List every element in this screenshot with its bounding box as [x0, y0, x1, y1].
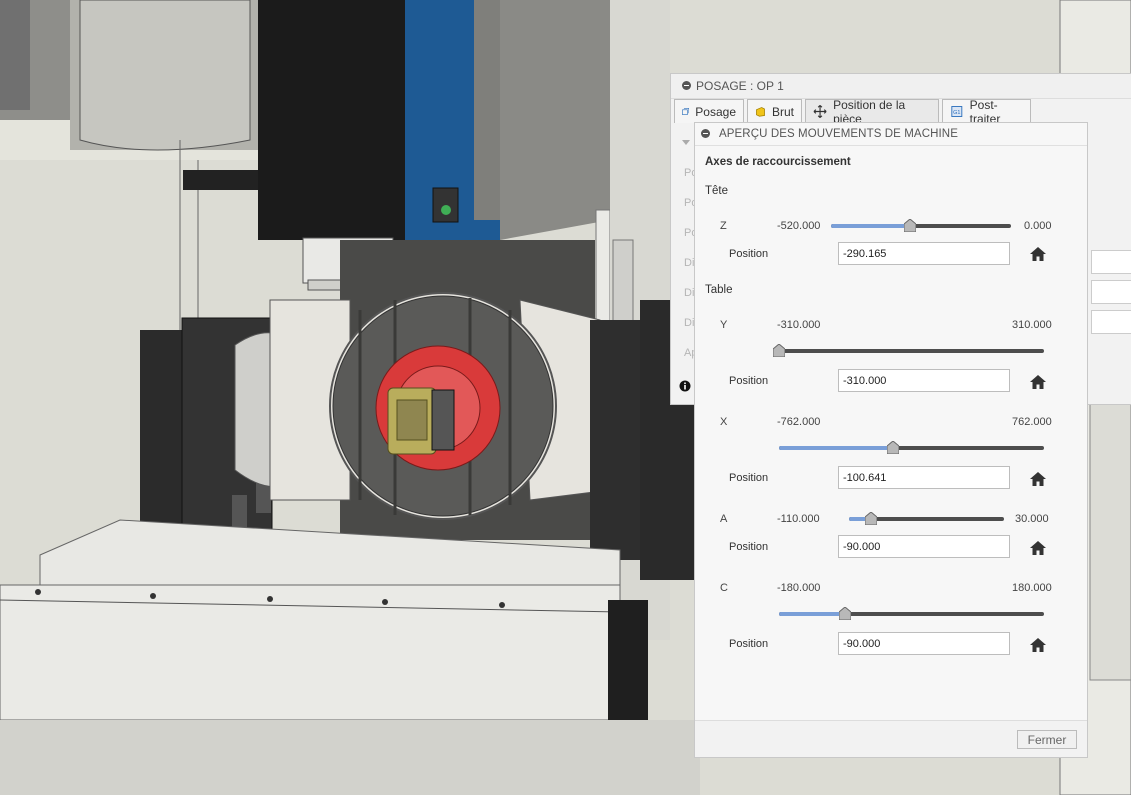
setup-field-input[interactable] [1091, 310, 1131, 334]
axis-z-min: -520.000 [777, 220, 821, 232]
axis-a-max: 30.000 [1015, 513, 1049, 525]
axis-c-max: 180.000 [1012, 582, 1052, 594]
position-label: Position [729, 472, 769, 484]
axis-x-position-input[interactable] [838, 466, 1010, 489]
axis-y-min: -310.000 [777, 319, 821, 331]
position-label: Position [729, 638, 769, 650]
tab-brut[interactable]: Brut [747, 99, 802, 123]
home-icon[interactable] [1030, 247, 1046, 261]
setup-dialog-title: POSAGE : OP 1 [696, 79, 784, 93]
slider-thumb[interactable] [886, 441, 899, 454]
machine-motion-preview-dialog: APERÇU DES MOUVEMENTS DE MACHINE Axes de… [694, 122, 1088, 758]
preview-dialog-title: APERÇU DES MOUVEMENTS DE MACHINE [719, 128, 958, 140]
home-icon[interactable] [1030, 375, 1046, 389]
axis-x-min: -762.000 [777, 416, 821, 428]
axis-name-c: C [720, 582, 728, 594]
collapse-icon[interactable] [701, 129, 710, 138]
axis-c-slider[interactable] [779, 607, 1044, 620]
dialog-footer: Fermer [695, 720, 1087, 757]
axis-name-x: X [720, 416, 728, 428]
collapse-icon[interactable] [682, 81, 691, 90]
axis-name-z: Z [720, 220, 727, 232]
info-icon[interactable] [679, 380, 691, 392]
axis-c-position-input[interactable] [838, 632, 1010, 655]
slider-thumb[interactable] [864, 512, 877, 525]
axis-z-position-input[interactable] [838, 242, 1010, 265]
setup-dialog-header: POSAGE : OP 1 [671, 74, 1131, 99]
svg-text:G1: G1 [953, 110, 960, 116]
preview-dialog-header: APERÇU DES MOUVEMENTS DE MACHINE [695, 123, 1087, 146]
axis-y-max: 310.000 [1012, 319, 1052, 331]
position-label: Position [729, 375, 769, 387]
chevron-down-icon[interactable] [681, 139, 691, 147]
stock-icon [756, 107, 765, 117]
tab-position-piece[interactable]: Position de la pièce [805, 98, 939, 126]
slider-fill [831, 224, 911, 228]
setup-field-input[interactable] [1091, 250, 1131, 274]
axis-x-max: 762.000 [1012, 416, 1052, 428]
slider-thumb[interactable] [839, 607, 852, 620]
axis-x-slider[interactable] [779, 441, 1044, 454]
axis-c-min: -180.000 [777, 582, 821, 594]
tab-posage[interactable]: Posage [674, 99, 744, 123]
position-label: Position [729, 248, 769, 260]
setup-field-label: Di [684, 287, 695, 299]
table-group-label: Table [705, 284, 733, 296]
section-title: Axes de raccourcissement [705, 156, 851, 168]
slider-fill [779, 446, 893, 450]
tab-label: Posage [695, 104, 736, 119]
move-icon [813, 104, 827, 119]
axis-y-slider[interactable] [773, 344, 1044, 357]
axis-a-slider[interactable] [849, 512, 1004, 525]
setup-icon [682, 108, 690, 115]
tab-label: Brut [771, 104, 794, 119]
home-icon[interactable] [1030, 472, 1046, 486]
axis-z-max: 0.000 [1024, 220, 1052, 232]
close-button[interactable]: Fermer [1017, 730, 1077, 749]
axis-y-position-input[interactable] [838, 369, 1010, 392]
setup-tabs: Posage Brut Position de la pièce G1 Post… [671, 98, 1131, 126]
home-icon[interactable] [1030, 541, 1046, 555]
setup-field-label: Di [684, 257, 695, 269]
slider-thumb[interactable] [904, 219, 917, 232]
axis-name-y: Y [720, 319, 728, 331]
slider-thumb[interactable] [773, 344, 785, 357]
head-group-label: Tête [705, 185, 729, 197]
axis-name-a: A [720, 513, 728, 525]
slider-fill [779, 612, 846, 616]
position-label: Position [729, 541, 769, 553]
axis-a-position-input[interactable] [838, 535, 1010, 558]
setup-field-label: Di [684, 317, 695, 329]
post-process-icon: G1 [951, 106, 963, 117]
axis-a-min: -110.000 [777, 513, 820, 525]
axis-z-slider[interactable] [831, 219, 1011, 232]
tab-post-traiter[interactable]: G1 Post-traiter [942, 98, 1031, 126]
setup-field-input[interactable] [1091, 280, 1131, 304]
home-icon[interactable] [1030, 638, 1046, 652]
